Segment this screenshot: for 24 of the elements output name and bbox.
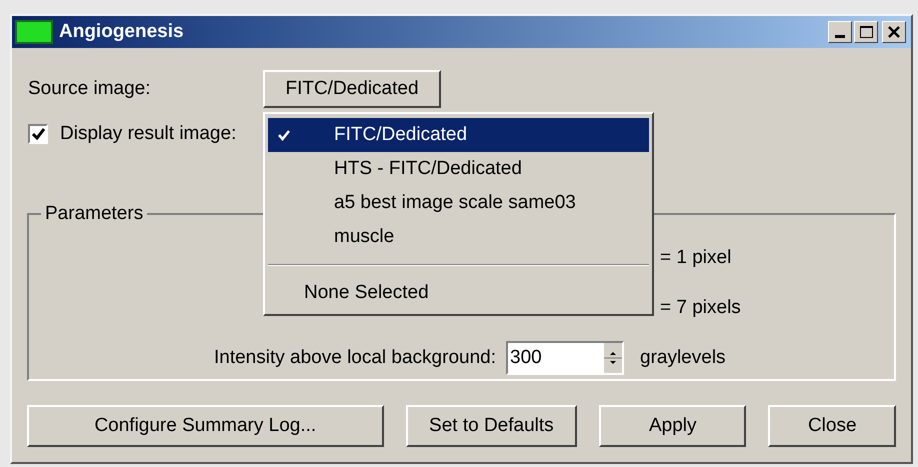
field-label: Source image: — [28, 76, 152, 101]
menu-item[interactable]: a5 best image scale same03 — [268, 186, 649, 220]
checkbox-label: Display result image: — [60, 122, 236, 146]
checkbox[interactable] — [28, 124, 48, 144]
dialog-button[interactable]: Close — [768, 405, 896, 447]
menu-item[interactable]: HTS - FITC/Dedicated — [268, 152, 649, 186]
spin-field[interactable]: 300 — [506, 341, 624, 375]
close-icon[interactable] — [882, 21, 906, 43]
dialog-button[interactable]: Configure Summary Log... — [27, 405, 384, 447]
unit-label: = 7 pixels — [659, 296, 742, 320]
unit-label: = 1 pixel — [659, 246, 732, 270]
maximize-icon[interactable] — [854, 21, 878, 43]
source-dropdown[interactable]: FITC/Dedicated — [263, 70, 441, 108]
unit-label: graylevels — [639, 346, 727, 370]
dialog-button[interactable]: Apply — [599, 405, 746, 447]
menu-item[interactable]: FITC/Dedicated — [268, 118, 649, 152]
window-title: Angiogenesis — [59, 20, 184, 44]
menu-item[interactable]: None Selected — [268, 276, 649, 310]
app-icon — [15, 20, 53, 44]
menu-item[interactable]: muscle — [268, 220, 649, 254]
dialog-button[interactable]: Set to Defaults — [406, 405, 578, 447]
minimize-icon[interactable] — [828, 21, 852, 43]
parameter-label: Intensity above local background: — [214, 346, 496, 370]
check-icon — [278, 130, 290, 140]
